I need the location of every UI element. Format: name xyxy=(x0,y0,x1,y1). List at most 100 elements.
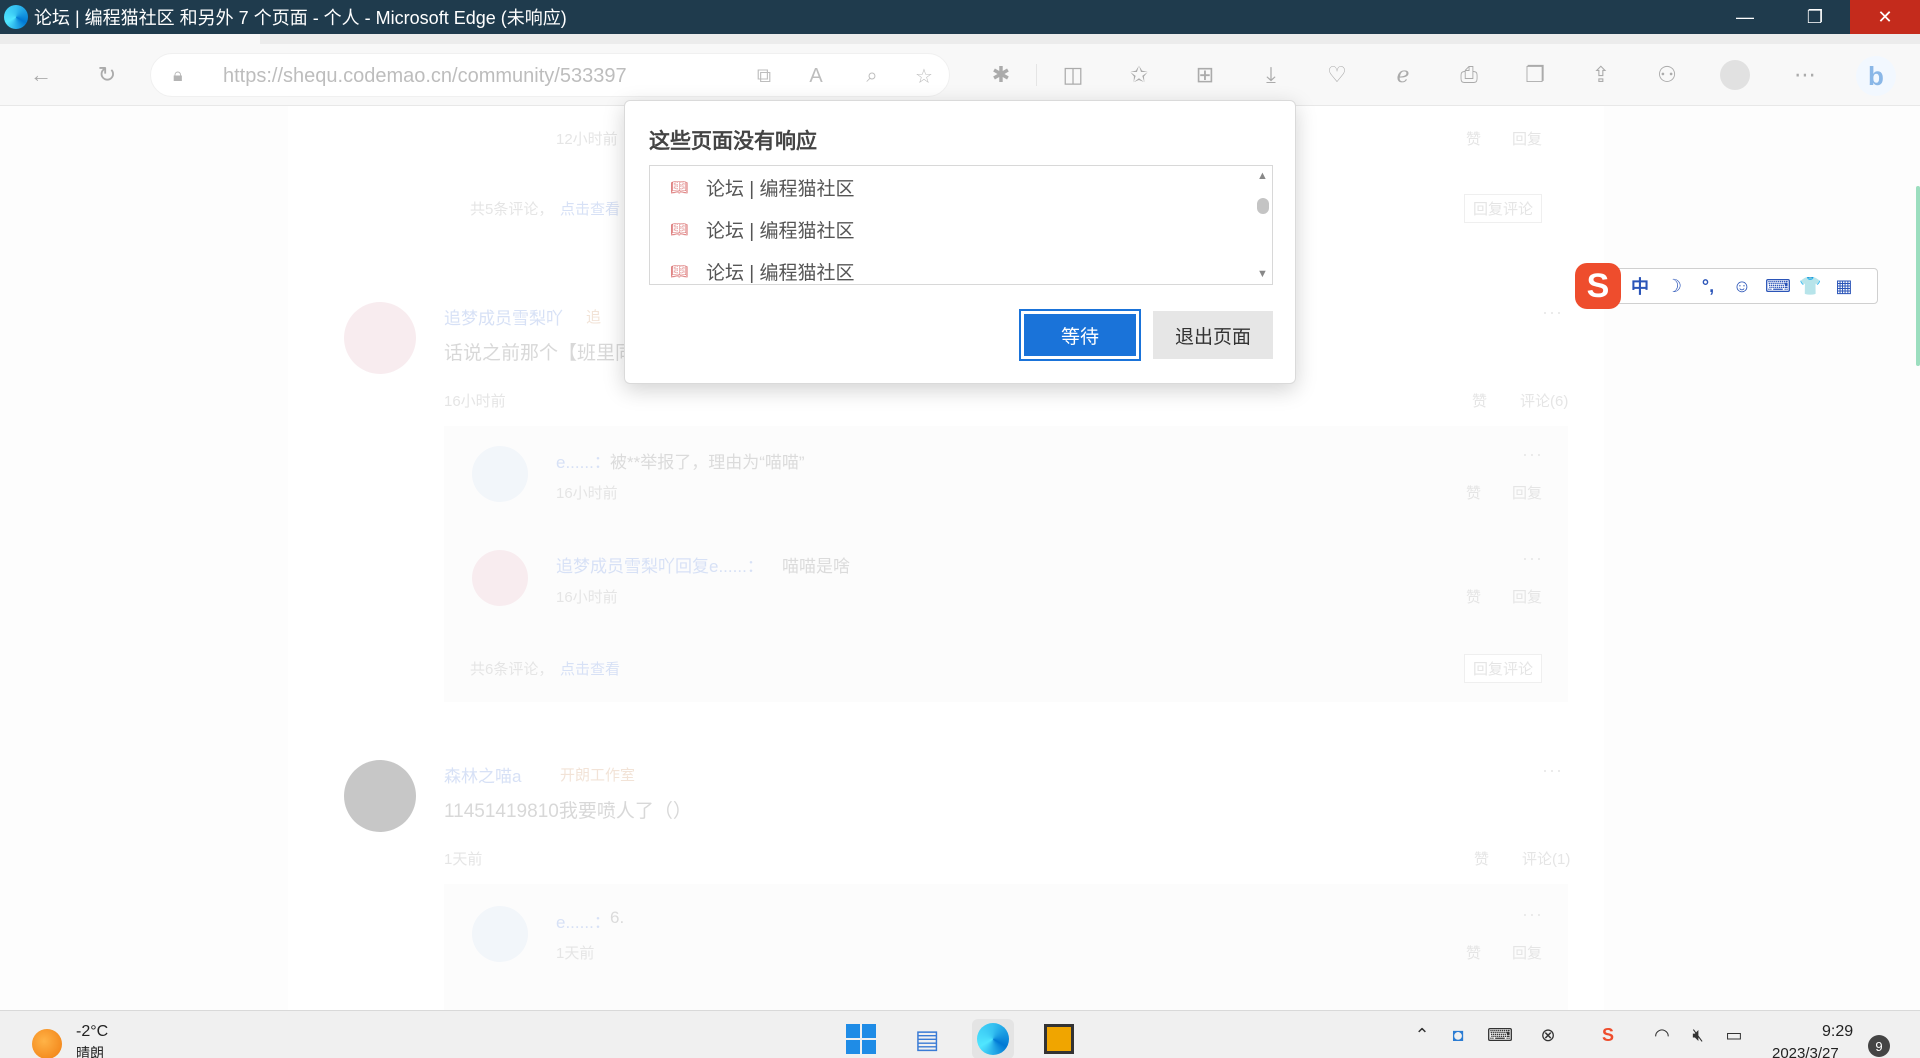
list-item-label: 论坛 | 编程猫社区 xyxy=(706,220,855,242)
reply-button[interactable]: 回复 xyxy=(1512,482,1542,503)
unresponsive-page-list[interactable]: 📖︎ 论坛 | 编程猫社区 📖︎ 论坛 | 编程猫社区 📖︎ 论坛 | 编程猫社… xyxy=(649,165,1273,285)
sogou-logo-icon[interactable]: S xyxy=(1575,263,1621,309)
avatar[interactable] xyxy=(472,906,528,962)
weather-temperature[interactable]: -2°C xyxy=(76,1023,108,1041)
wait-button[interactable]: 等待 xyxy=(1019,309,1141,361)
list-item[interactable]: 📖︎ 论坛 | 编程猫社区 xyxy=(670,172,855,202)
comment-count-button[interactable]: 评论(1) xyxy=(1522,848,1570,869)
like-button[interactable]: 赞 xyxy=(1466,482,1481,503)
like-button[interactable]: 赞 xyxy=(1466,586,1481,607)
read-aloud-icon[interactable]: A xyxy=(803,63,829,89)
tray-app-icon[interactable]: ◘ xyxy=(1444,1025,1472,1046)
comment-author[interactable]: 森林之喵a xyxy=(444,762,521,787)
list-item[interactable]: 📖︎ 论坛 | 编程猫社区 xyxy=(670,214,855,244)
web-capture-icon[interactable]: ⎙ xyxy=(1452,58,1486,92)
start-button[interactable] xyxy=(840,1019,882,1058)
notification-badge[interactable]: 9 xyxy=(1868,1035,1890,1057)
open-in-app-icon[interactable]: ⧉ xyxy=(751,63,777,89)
comment-text: 话说之前那个【班里同 xyxy=(444,343,635,364)
list-item[interactable]: 📖︎ 论坛 | 编程猫社区 xyxy=(670,256,855,284)
url-text[interactable]: https://shequ.codemao.cn/community/53339… xyxy=(223,65,627,88)
reply-time: 16小时前 xyxy=(556,589,618,606)
ime-skin-icon[interactable]: 👕 xyxy=(1799,276,1821,297)
taskbar-app-terminal[interactable]: ▤ xyxy=(906,1019,948,1058)
reply-button[interactable]: 回复 xyxy=(1512,128,1542,149)
weather-sun-icon[interactable] xyxy=(32,1029,62,1058)
reply-button[interactable]: 回复 xyxy=(1512,942,1542,963)
workspaces-icon[interactable]: ❐ xyxy=(1518,58,1552,92)
like-button[interactable]: 赞 xyxy=(1472,390,1487,411)
view-more-link[interactable]: 点击查看 xyxy=(560,658,620,679)
reply-time: 12小时前 xyxy=(556,131,618,148)
clock-date[interactable]: 2023/3/27 xyxy=(1772,1045,1839,1058)
scroll-up-icon[interactable]: ▲ xyxy=(1257,170,1268,182)
weather-description[interactable]: 晴朗 xyxy=(76,1043,104,1058)
avatar[interactable] xyxy=(344,302,416,374)
like-button[interactable]: 赞 xyxy=(1466,942,1481,963)
zoom-icon[interactable]: ⌕ xyxy=(859,63,885,89)
active-tab[interactable] xyxy=(70,34,260,44)
ime-toolbar[interactable]: S 中 ☽ °, ☺ ⌨ 👕 ▦ xyxy=(1575,263,1878,309)
ime-keyboard-icon[interactable]: ⌨ xyxy=(1765,276,1791,297)
close-button[interactable]: ✕ xyxy=(1850,0,1920,34)
like-button[interactable]: 赞 xyxy=(1466,128,1481,149)
more-options-icon[interactable]: ··· xyxy=(1522,548,1543,569)
reply-button[interactable]: 回复 xyxy=(1512,586,1542,607)
scroll-thumb[interactable] xyxy=(1257,198,1269,214)
taskbar-app-notes[interactable] xyxy=(1038,1019,1080,1058)
refresh-icon[interactable]: ↻ xyxy=(90,58,124,92)
view-more-link[interactable]: 点击查看 xyxy=(560,198,620,219)
ime-toolbox-icon[interactable]: ▦ xyxy=(1833,276,1855,297)
more-options-icon[interactable]: ··· xyxy=(1522,904,1543,925)
tray-overflow-icon[interactable]: ⌃ xyxy=(1408,1025,1436,1046)
edge-bar-icon[interactable]: ℯ xyxy=(1386,58,1420,92)
restore-button[interactable]: ❐ xyxy=(1780,0,1850,34)
ime-punctuation-icon[interactable]: °, xyxy=(1697,276,1719,297)
ime-emoji-icon[interactable]: ☺ xyxy=(1731,276,1753,297)
more-options-icon[interactable]: ··· xyxy=(1542,760,1563,781)
profile-avatar[interactable] xyxy=(1720,60,1750,90)
list-scrollbar[interactable]: ▲ ▼ xyxy=(1254,166,1272,284)
feedback-icon[interactable]: ⚇ xyxy=(1650,58,1684,92)
taskbar-app-edge[interactable] xyxy=(972,1019,1014,1058)
back-arrow-icon[interactable]: ← xyxy=(24,58,58,92)
avatar[interactable] xyxy=(344,760,416,832)
bing-chat-icon[interactable]: b xyxy=(1856,56,1896,96)
extensions-icon[interactable]: ✱ xyxy=(984,58,1018,92)
clock-time[interactable]: 9:29 xyxy=(1822,1023,1853,1041)
reply-comment-button[interactable]: 回复评论 xyxy=(1464,654,1543,683)
reply-author[interactable]: e......： xyxy=(556,908,611,933)
add-favorite-icon[interactable]: ☆ xyxy=(911,63,937,89)
like-button[interactable]: 赞 xyxy=(1474,848,1489,869)
minimize-button[interactable]: — xyxy=(1710,0,1780,34)
avatar[interactable] xyxy=(472,446,528,502)
tray-x-icon[interactable]: ⊗ xyxy=(1534,1025,1562,1046)
avatar[interactable] xyxy=(472,550,528,606)
exit-pages-button[interactable]: 退出页面 xyxy=(1153,311,1273,359)
comment-author[interactable]: 追梦成员雪梨吖 xyxy=(444,304,563,329)
address-bar[interactable]: 🔒︎ https://shequ.codemao.cn/community/53… xyxy=(150,53,950,97)
notes-app-icon xyxy=(1044,1024,1074,1054)
battery-icon[interactable]: ▭ xyxy=(1720,1025,1748,1046)
scroll-down-icon[interactable]: ▼ xyxy=(1257,268,1268,280)
more-menu-icon[interactable]: ⋯ xyxy=(1788,58,1822,92)
reply-author[interactable]: e......： xyxy=(556,448,611,473)
more-options-icon[interactable]: ··· xyxy=(1542,302,1563,323)
favorites-icon[interactable]: ✩ xyxy=(1122,58,1156,92)
wifi-icon[interactable]: ◠ xyxy=(1648,1025,1676,1046)
comment-count-button[interactable]: 评论(6) xyxy=(1520,390,1568,411)
ime-moon-icon[interactable]: ☽ xyxy=(1663,276,1685,297)
tray-keyboard-icon[interactable]: ⌨ xyxy=(1486,1025,1514,1046)
downloads-icon[interactable]: ⤓ xyxy=(1254,58,1288,92)
page-scrollbar[interactable] xyxy=(1916,186,1920,366)
share-icon[interactable]: ⇪ xyxy=(1584,58,1618,92)
more-options-icon[interactable]: ··· xyxy=(1522,444,1543,465)
collections-icon[interactable]: ⊞ xyxy=(1188,58,1222,92)
split-screen-icon[interactable]: ◫ xyxy=(1056,58,1090,92)
tray-sogou-icon[interactable]: S xyxy=(1594,1025,1622,1046)
reply-comment-button[interactable]: 回复评论 xyxy=(1464,194,1543,223)
volume-muted-icon[interactable]: 🔇︎ xyxy=(1684,1025,1712,1046)
reply-author[interactable]: 追梦成员雪梨吖回复e......： xyxy=(556,552,764,577)
ime-chinese-mode[interactable]: 中 xyxy=(1629,273,1651,299)
browser-essentials-icon[interactable]: ♡ xyxy=(1320,58,1354,92)
